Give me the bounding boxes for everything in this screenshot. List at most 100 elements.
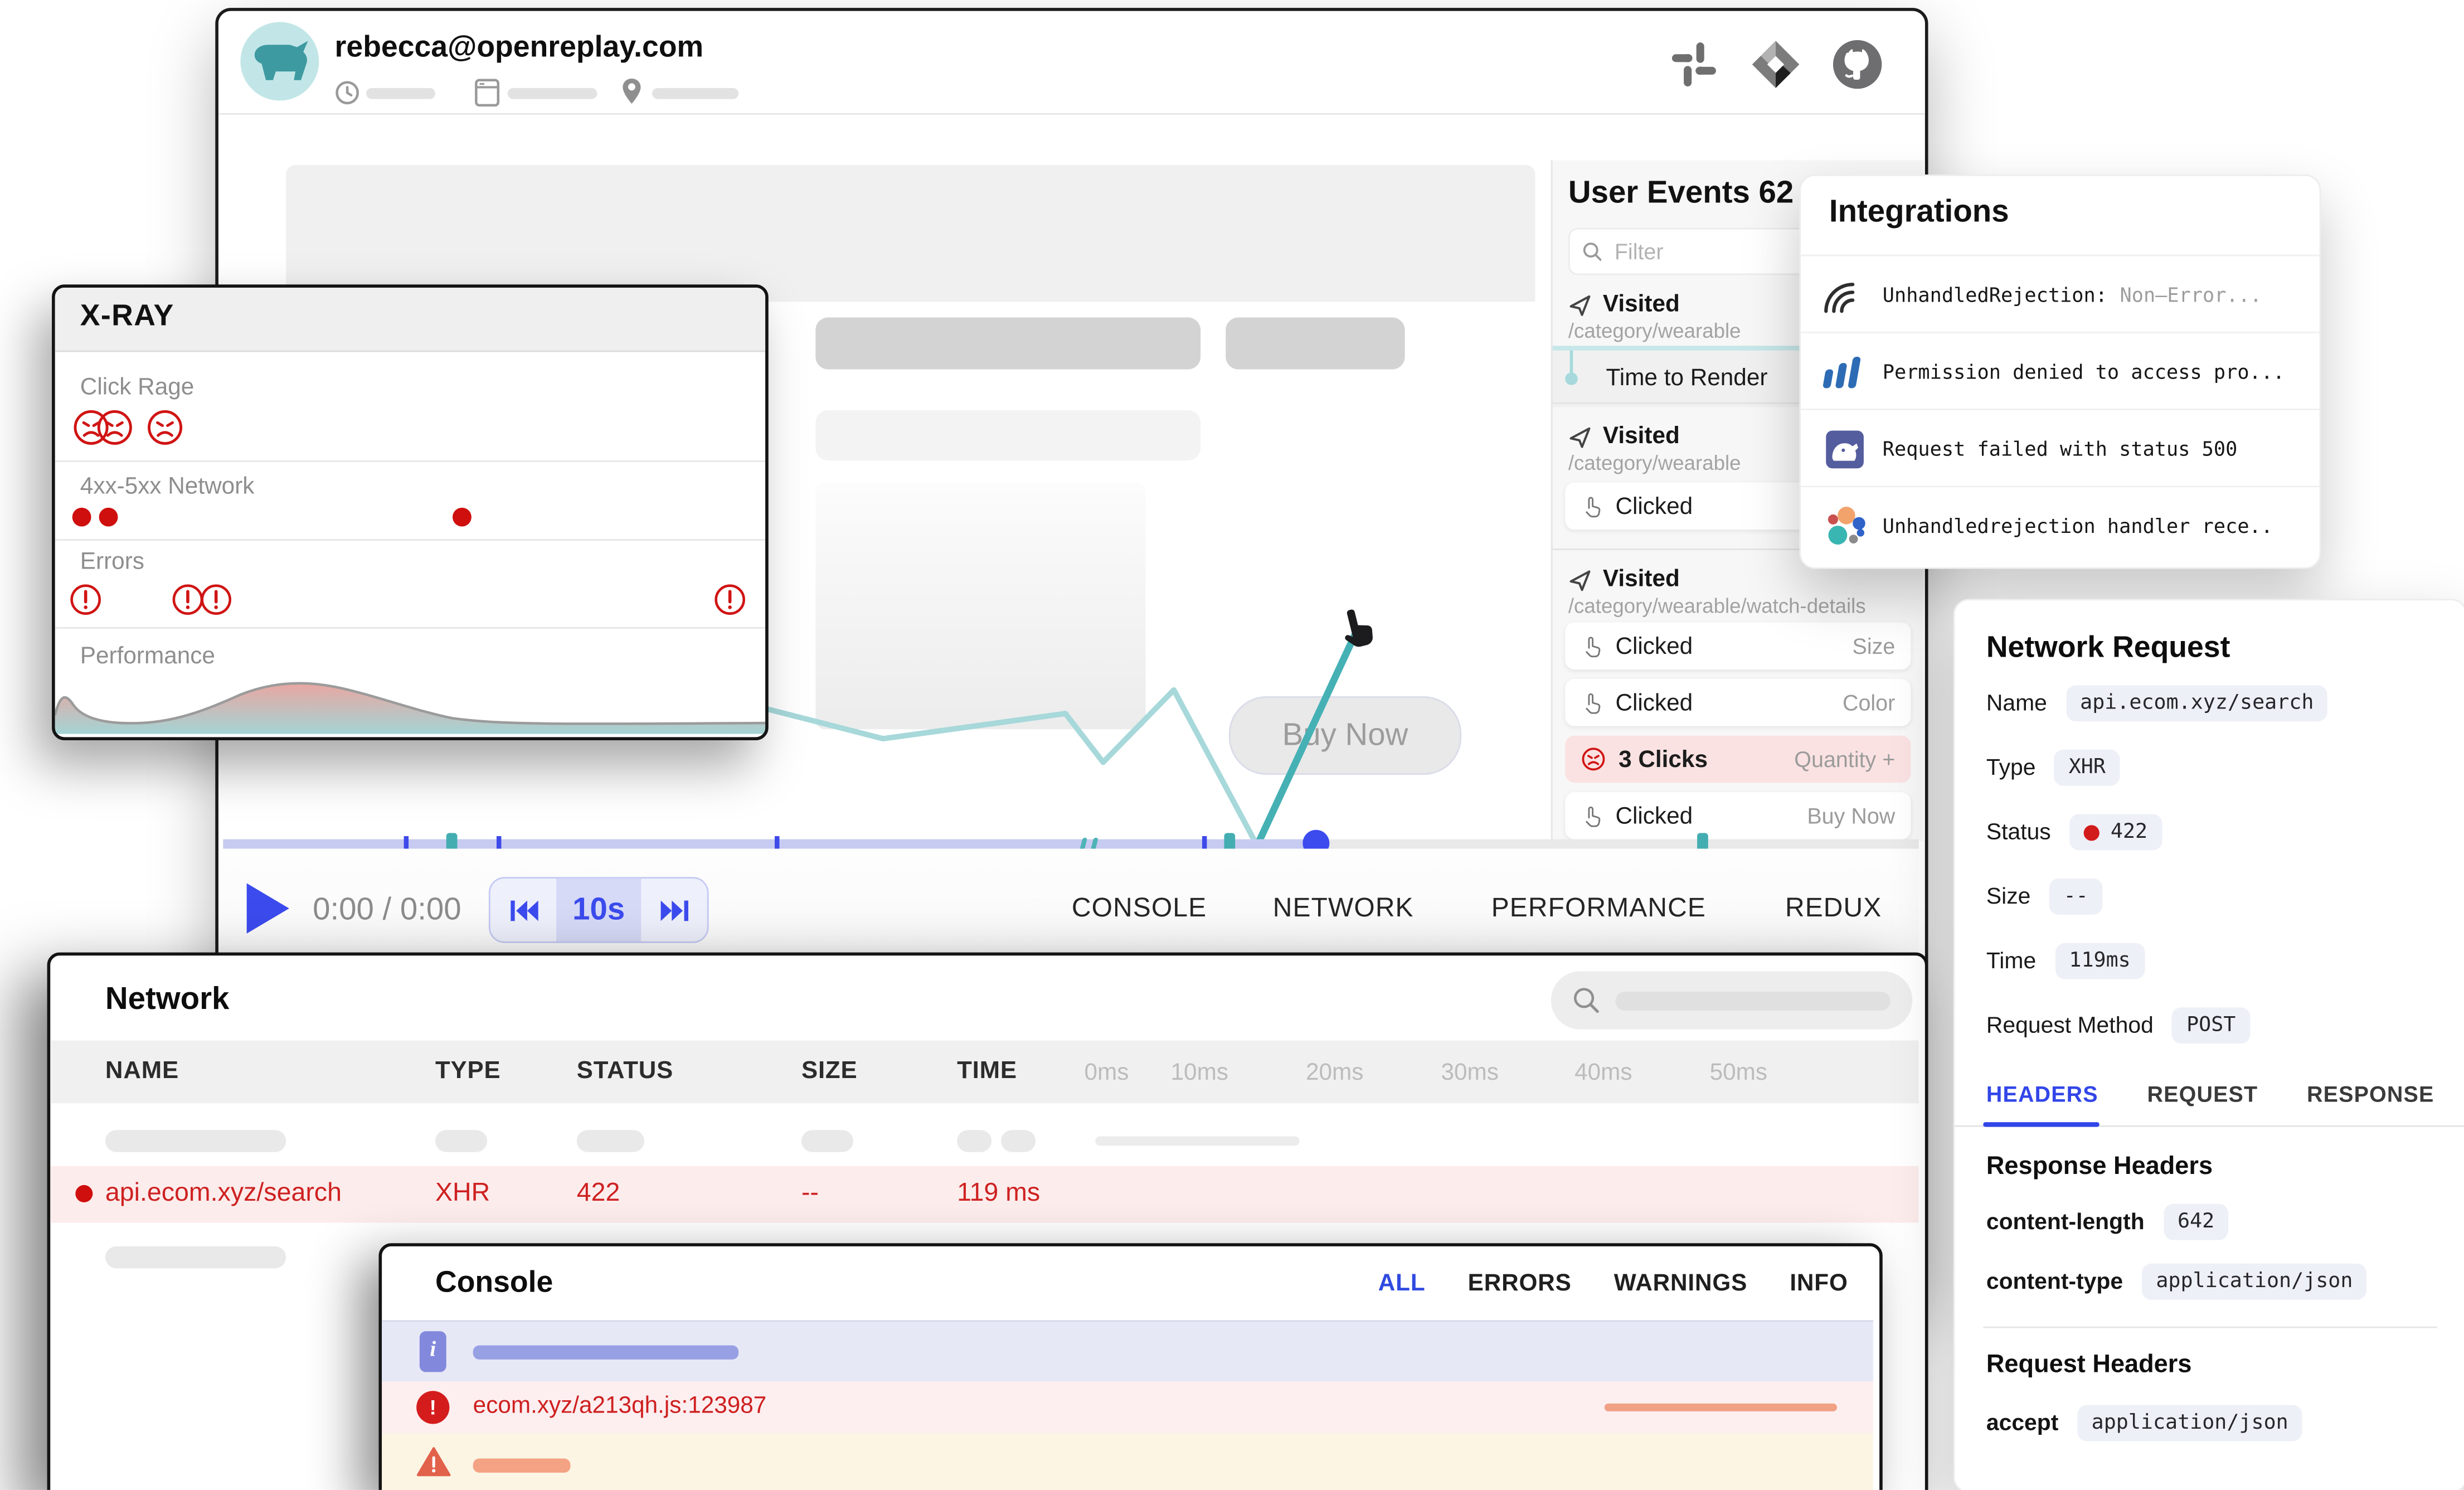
integration-row-sentry[interactable]: UnhandledRejection: Non–Error... [1801, 255, 2319, 333]
event-visited[interactable]: Visited [1603, 566, 1680, 593]
tab-network[interactable]: NETWORK [1273, 892, 1414, 924]
skip-interval-label: 10s [556, 879, 641, 941]
console-tab-errors[interactable]: ERRORS [1468, 1270, 1572, 1297]
event-clicked-card[interactable]: Clicked Buy Now [1565, 792, 1911, 839]
request-detail-tabs: HEADERS REQUEST RESPONSE [1986, 1081, 2434, 1106]
network-error-dot[interactable] [453, 508, 472, 527]
xray-panel: X-RAY Click Rage 4xx-5xx Network Errors … [52, 284, 769, 740]
integrations-title: Integrations [1829, 195, 2009, 231]
status-value: 422 [2070, 814, 2162, 851]
session-duration-skeleton [366, 88, 435, 99]
error-icon[interactable] [69, 583, 102, 616]
replay-timeline[interactable] [223, 839, 1918, 849]
tab-redux[interactable]: REDUX [1785, 892, 1882, 924]
tab-response[interactable]: RESPONSE [2307, 1081, 2434, 1106]
event-rage-click-card[interactable]: 3 Clicks Quantity + [1565, 736, 1911, 783]
tab-console[interactable]: CONSOLE [1072, 892, 1207, 924]
log-message-skeleton [473, 1345, 738, 1359]
error-icon[interactable] [200, 583, 232, 616]
errors-label: Errors [80, 549, 144, 575]
tab-performance[interactable]: PERFORMANCE [1491, 892, 1706, 924]
blue-waves-icon [1823, 350, 1867, 394]
event-path: /category/wearable [1568, 319, 1741, 342]
network-error-dot[interactable] [72, 508, 91, 527]
cursor-hand-icon [1336, 604, 1383, 654]
type-label: Type [1986, 755, 2036, 780]
elastic-icon [1823, 504, 1867, 548]
skip-forward-button[interactable] [641, 879, 707, 941]
error-detail-skeleton [1605, 1404, 1837, 1411]
error-status-dot [75, 1185, 93, 1202]
waterfall-tick: 40ms [1574, 1059, 1632, 1086]
network-error-dot[interactable] [99, 508, 118, 527]
xray-header: X-RAY [55, 288, 765, 352]
event-visited[interactable]: Visited [1603, 423, 1680, 449]
field-name: Name api.ecom.xyz/search [1986, 685, 2328, 721]
request-time: 119 ms [957, 1179, 1040, 1209]
col-status[interactable]: STATUS [577, 1058, 673, 1086]
integration-row-datadog[interactable]: Request failed with status 500 [1801, 409, 2319, 487]
github-icon[interactable] [1831, 38, 1884, 91]
console-title: Console [435, 1267, 553, 1302]
header-content-length: content-length 642 [1986, 1204, 2229, 1240]
failed-request-row[interactable]: api.ecom.xyz/search XHR 422 -- 119 ms [50, 1166, 1918, 1223]
event-clicked-card[interactable]: Clicked Color [1565, 679, 1911, 726]
method-value: POST [2173, 1007, 2250, 1044]
accept-label: accept [1986, 1411, 2059, 1436]
event-target: Size [1853, 633, 1896, 658]
integration-row-elastic[interactable]: Unhandledrejection handler rece.. [1801, 486, 2319, 564]
integration-message-muted: Non–Error... [2120, 283, 2262, 307]
integration-row-bugsnag[interactable]: Permission denied to access pro... [1801, 332, 2319, 410]
skip-back-button[interactable] [490, 879, 556, 941]
integrations-panel: Integrations UnhandledRejection: Non–Err… [1799, 174, 2321, 569]
error-icon[interactable] [713, 583, 746, 616]
col-type[interactable]: TYPE [435, 1058, 501, 1086]
network-panel-title: Network [105, 982, 229, 1018]
event-visited[interactable]: Visited [1603, 291, 1680, 318]
event-clicked-label: Clicked [1615, 493, 1693, 520]
size-label: Size [1986, 884, 2031, 909]
status-label: Status [1986, 819, 2051, 845]
event-clicked-label: Clicked [1615, 633, 1693, 659]
timeline-connector [1570, 351, 1573, 374]
console-warning-row[interactable] [382, 1433, 1873, 1490]
col-name[interactable]: NAME [105, 1058, 179, 1086]
network-request-panel: Network Request Name api.ecom.xyz/search… [1953, 599, 2464, 1490]
console-info-row[interactable]: i [382, 1320, 1873, 1383]
table-row-skeleton[interactable] [50, 1116, 1918, 1166]
field-request-method: Request Method POST [1986, 1007, 2250, 1044]
angry-face-icon[interactable] [96, 409, 134, 446]
waterfall-tick: 0ms [1084, 1059, 1129, 1086]
jira-icon[interactable] [1751, 39, 1801, 89]
slack-icon[interactable] [1669, 39, 1719, 89]
request-size: -- [801, 1179, 819, 1209]
console-tab-all[interactable]: ALL [1378, 1270, 1426, 1297]
play-button[interactable] [247, 884, 289, 934]
event-clicked-card[interactable]: Clicked Size [1565, 623, 1911, 670]
size-value: -- [2049, 879, 2102, 915]
console-tab-info[interactable]: INFO [1790, 1270, 1848, 1297]
time-to-render-label: Time to Render [1606, 365, 1768, 391]
angry-face-icon[interactable] [146, 409, 184, 446]
datadog-icon [1823, 426, 1867, 470]
search-icon [1582, 240, 1602, 262]
tab-headers[interactable]: HEADERS [1986, 1081, 2098, 1106]
col-size[interactable]: SIZE [801, 1058, 858, 1086]
click-hand-icon [1581, 494, 1602, 518]
location-pin-icon [621, 77, 643, 105]
sentry-icon [1823, 273, 1867, 317]
content-length-label: content-length [1986, 1210, 2145, 1235]
browser-info-skeleton [508, 88, 597, 99]
timeline-dot [1565, 372, 1578, 385]
warning-triangle-icon [416, 1446, 451, 1477]
network-search[interactable] [1551, 971, 1912, 1029]
tab-request[interactable]: REQUEST [2147, 1081, 2258, 1106]
col-time[interactable]: TIME [957, 1058, 1017, 1086]
clock-icon [335, 80, 360, 105]
skip-forward-icon [659, 898, 689, 921]
console-error-row[interactable]: ! ecom.xyz/a213qh.js:123987 [382, 1381, 1873, 1433]
console-tab-warnings[interactable]: WARNINGS [1614, 1270, 1747, 1297]
event-path: /category/wearable [1568, 451, 1741, 474]
performance-area-chart [55, 668, 765, 734]
field-type: Type XHR [1986, 750, 2120, 786]
